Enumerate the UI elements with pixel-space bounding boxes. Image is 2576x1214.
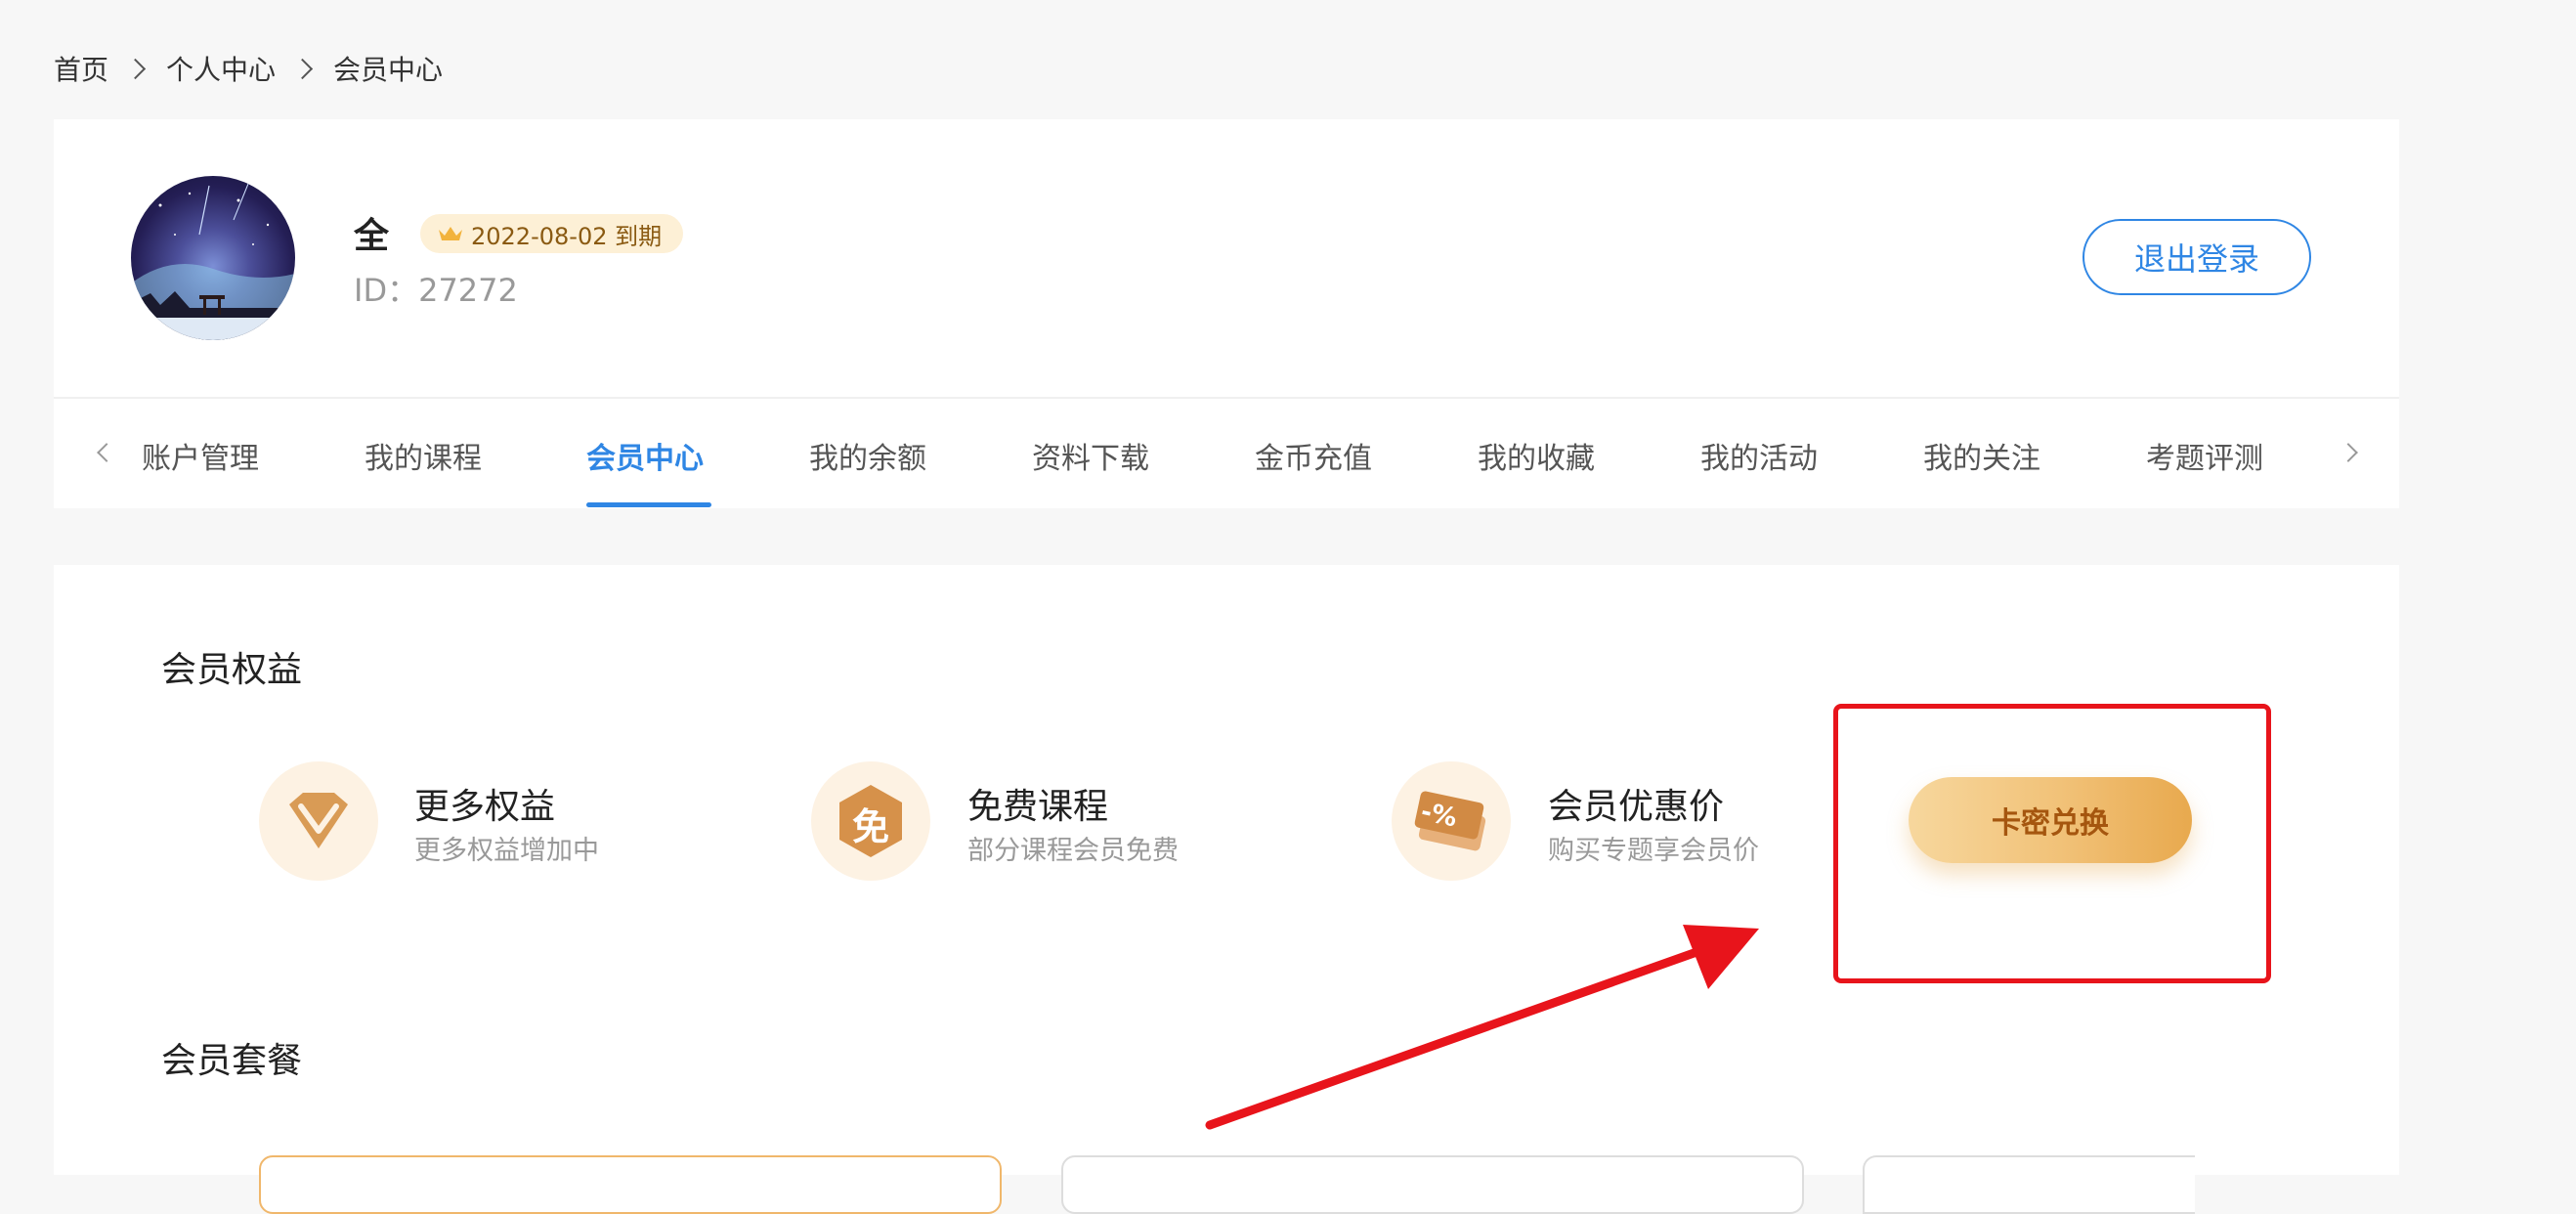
tab-downloads[interactable]: 资料下载 (1032, 434, 1149, 477)
tab-my-balance[interactable]: 我的余额 (809, 434, 926, 477)
breadcrumb-member-center: 会员中心 (333, 54, 444, 86)
tab-my-favorites[interactable]: 我的收藏 (1478, 434, 1595, 477)
tab-coin-recharge[interactable]: 金币充值 (1255, 434, 1372, 477)
package-card[interactable] (259, 1155, 1002, 1214)
benefit-more-rights (259, 761, 378, 881)
logout-button[interactable]: 退出登录 (2082, 219, 2311, 295)
tab-my-activities[interactable]: 我的活动 (1700, 434, 1818, 477)
breadcrumb-personal-center[interactable]: 个人中心 (166, 49, 276, 88)
tab-my-follows[interactable]: 我的关注 (1923, 434, 2040, 477)
chevron-right-icon (124, 58, 147, 79)
free-glyph: 免 (851, 805, 889, 848)
benefits-section-title: 会员权益 (161, 650, 303, 690)
tab-bar: 账户管理 我的课程 会员中心 我的余额 资料下载 金币充值 我的收藏 我的活动 … (54, 397, 2399, 508)
benefit-desc: 更多权益增加中 (414, 836, 599, 866)
diamond-icon (289, 793, 348, 848)
tab-member-center[interactable]: 会员中心 (586, 434, 704, 477)
benefit-member-price: -% (1392, 761, 1511, 881)
tab-my-courses[interactable]: 我的课程 (365, 434, 482, 477)
benefit-title: 会员优惠价 (1548, 787, 1725, 827)
package-card[interactable] (1863, 1155, 2195, 1214)
active-tab-indicator (586, 502, 711, 507)
crown-icon (439, 227, 462, 240)
annotation-highlight-box (1833, 704, 2271, 983)
profile-card (54, 119, 2399, 397)
benefit-desc: 购买专题享会员价 (1548, 836, 1759, 866)
benefit-title: 免费课程 (967, 787, 1109, 827)
avatar[interactable] (131, 176, 295, 340)
tab-exam-assessment[interactable]: 考题评测 (2146, 434, 2263, 477)
annotation-arrow-icon (1205, 925, 1759, 1130)
tab-account-management[interactable]: 账户管理 (142, 434, 259, 477)
chevron-right-icon (291, 58, 314, 79)
vip-badge: 2022-08-02 到期 (420, 214, 684, 253)
breadcrumb-home[interactable]: 首页 (54, 49, 108, 88)
benefit-title: 更多权益 (414, 787, 556, 827)
user-name: 全 (354, 216, 390, 256)
benefit-desc: 部分课程会员免费 (967, 836, 1179, 866)
benefit-free-courses: 免 (811, 761, 930, 881)
packages-section-title: 会员套餐 (161, 1041, 303, 1081)
vip-expiry-text: 2022-08-02 到期 (471, 222, 663, 250)
user-id: ID：27272 (354, 272, 518, 309)
breadcrumb: 首页 个人中心 会员中心 (54, 49, 443, 88)
package-card[interactable] (1061, 1155, 1804, 1214)
